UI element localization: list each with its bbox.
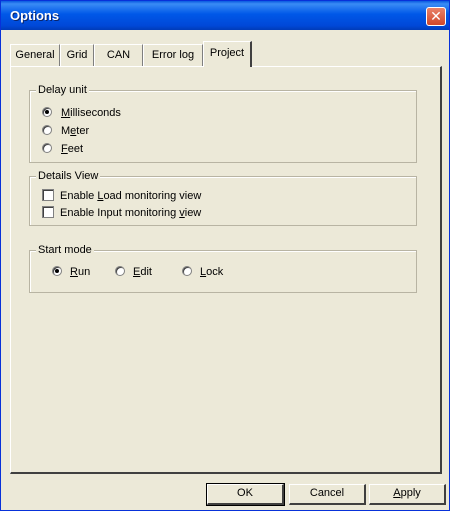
details-view-group: Details View Enable Load monitoring view… <box>29 170 417 226</box>
tab-general[interactable]: General <box>10 44 60 66</box>
title-bar[interactable]: Options ✕ <box>1 1 449 30</box>
lock-label: Lock <box>200 266 224 278</box>
tab-can[interactable]: CAN <box>94 44 143 66</box>
tab-project[interactable]: Project <box>203 41 252 67</box>
tab-grid[interactable]: Grid <box>60 44 94 66</box>
feet-radio[interactable]: Feet <box>42 142 122 156</box>
ok-button-label: OK <box>237 487 253 499</box>
ok-button[interactable]: OK <box>206 483 285 506</box>
options-dialog: Options ✕ General Grid CAN Error log Pro… <box>0 0 450 511</box>
start-mode-group: Start mode Run Edit Lock <box>29 244 417 293</box>
tab-error-log-label: Error log <box>151 49 195 61</box>
edit-radio[interactable]: Edit <box>115 265 165 279</box>
feet-label: Feet <box>61 143 84 155</box>
milliseconds-radio[interactable]: Milliseconds <box>42 106 162 120</box>
radio-unselected-icon <box>115 266 125 276</box>
cancel-button[interactable]: Cancel <box>289 484 366 505</box>
lock-radio[interactable]: Lock <box>182 265 232 279</box>
enable-input-monitoring-checkbox[interactable]: Enable Input monitoring view <box>42 206 262 220</box>
radio-unselected-icon <box>42 125 52 135</box>
radio-unselected-icon <box>182 266 192 276</box>
tab-project-label: Project <box>209 47 245 59</box>
tab-can-label: CAN <box>106 49 131 61</box>
tab-error-log[interactable]: Error log <box>143 44 203 66</box>
run-radio[interactable]: Run <box>52 265 102 279</box>
meter-label: Meter <box>61 125 90 137</box>
checkbox-unchecked-icon <box>42 206 54 218</box>
close-icon: ✕ <box>430 8 442 24</box>
tab-general-label: General <box>15 49 55 61</box>
details-view-title: Details View <box>36 170 101 183</box>
window-title: Options <box>10 8 60 23</box>
radio-selected-icon <box>42 107 52 117</box>
delay-unit-title: Delay unit <box>36 84 89 97</box>
enable-input-monitoring-label: Enable Input monitoring view <box>60 207 202 219</box>
meter-radio[interactable]: Meter <box>42 124 122 138</box>
close-button[interactable]: ✕ <box>426 7 446 26</box>
project-tab-panel: Delay unit Milliseconds Meter Feet Detai… <box>10 66 442 474</box>
cancel-button-label: Cancel <box>309 487 345 499</box>
enable-load-monitoring-checkbox[interactable]: Enable Load monitoring view <box>42 189 262 203</box>
tab-grid-label: Grid <box>66 49 88 61</box>
enable-load-monitoring-label: Enable Load monitoring view <box>60 190 202 202</box>
edit-label: Edit <box>133 266 152 278</box>
run-label: Run <box>70 266 91 278</box>
start-mode-title: Start mode <box>36 244 94 257</box>
radio-selected-icon <box>52 266 62 276</box>
radio-unselected-icon <box>42 143 52 153</box>
apply-button[interactable]: Apply <box>369 484 446 505</box>
checkbox-unchecked-icon <box>42 189 54 201</box>
apply-button-label: Apply <box>393 487 421 499</box>
milliseconds-label: Milliseconds <box>61 107 121 119</box>
delay-unit-group: Delay unit Milliseconds Meter Feet <box>29 84 417 163</box>
